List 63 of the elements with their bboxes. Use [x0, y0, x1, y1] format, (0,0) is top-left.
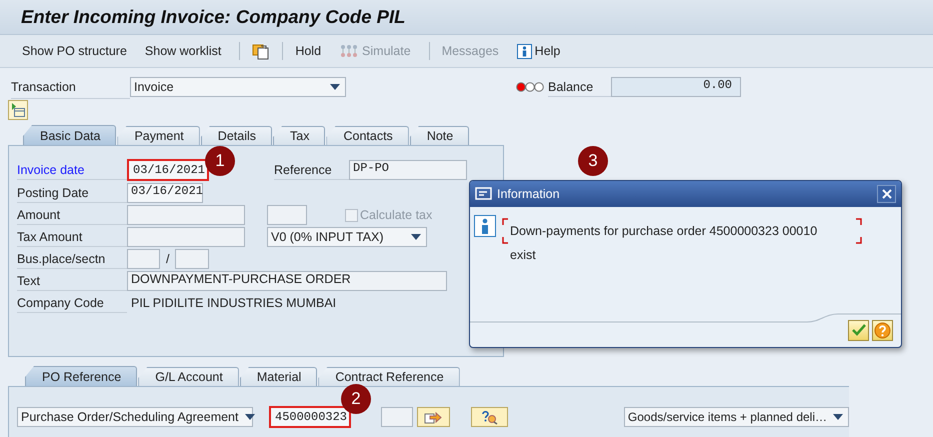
message-text: exist: [510, 247, 537, 264]
dialog-title: Information: [497, 187, 560, 201]
tab[interactable]: Payment: [117, 126, 200, 145]
search-icon[interactable]: [480, 410, 498, 424]
tab[interactable]: Tax: [273, 126, 326, 145]
confirm-button[interactable]: [848, 320, 869, 340]
help-button[interactable]: Help: [516, 44, 570, 58]
checkmark-icon: [852, 324, 866, 336]
balance-field: 0.00: [611, 77, 741, 97]
amount-field[interactable]: [127, 205, 245, 225]
checkbox-label: Calculate tax: [360, 208, 432, 222]
expand-button[interactable]: [8, 100, 28, 120]
caret-icon: [330, 84, 340, 90]
tab[interactable]: Material: [240, 367, 318, 386]
tab[interactable]: Details: [200, 126, 272, 145]
message-text: Down-payments for purchase order 4500000323 00010: [510, 223, 818, 240]
window-title: Enter Incoming Invoice: Company Code PIL: [21, 6, 406, 28]
document-type-dropdown[interactable]: Purchase Order/Scheduling Agreement: [17, 407, 253, 427]
focus-bracket-icon: [502, 218, 509, 244]
transaction-dropdown[interactable]: Invoice: [130, 77, 346, 97]
tab[interactable]: Contract Reference: [318, 367, 460, 386]
date-field[interactable]: 03/16/2021: [127, 159, 209, 181]
tab[interactable]: Note: [410, 126, 470, 145]
simulate-icon: [339, 44, 360, 58]
callout-badge: 3: [578, 146, 608, 176]
transfer-button[interactable]: [416, 407, 450, 427]
tax-amount-field[interactable]: [127, 227, 245, 247]
close-button[interactable]: [877, 185, 896, 203]
separator-text: /: [166, 252, 170, 266]
section-field[interactable]: [175, 249, 210, 269]
info-icon: [474, 215, 496, 237]
tax-code-dropdown[interactable]: V0 (0% INPUT TAX): [267, 227, 427, 247]
caret-icon: [244, 414, 254, 420]
window-icon: [475, 187, 493, 201]
toolbar-button[interactable]: [252, 42, 270, 60]
help-button[interactable]: [872, 320, 893, 340]
business-place-field[interactable]: [127, 249, 160, 269]
company-code-text: PIL PIDILITE INDUSTRIES MUMBAI: [130, 296, 336, 310]
toolbar-button[interactable]: Show worklist: [144, 44, 230, 58]
item-selection-dropdown[interactable]: Goods/service items + planned deli…: [624, 407, 849, 427]
text-field[interactable]: DOWNPAYMENT-PURCHASE ORDER: [127, 271, 447, 291]
tab[interactable]: Contacts: [326, 126, 409, 145]
search-button[interactable]: [471, 407, 508, 427]
clipboard-icon: [252, 42, 270, 60]
currency-field[interactable]: [267, 205, 307, 225]
reference-field[interactable]: DP-PO: [349, 160, 467, 180]
info-icon: [516, 44, 532, 58]
toolbar-button[interactable]: Hold: [295, 44, 330, 58]
close-icon: [882, 189, 892, 199]
caret-icon: [833, 414, 843, 420]
po-number-field[interactable]: 4500000323: [269, 406, 351, 428]
focus-bracket-icon: [855, 218, 862, 244]
date-field[interactable]: 03/16/2021: [127, 183, 203, 203]
tab[interactable]: PO Reference: [25, 366, 138, 386]
arrow-icon: [424, 410, 442, 424]
item-field[interactable]: [381, 407, 413, 427]
toolbar-button[interactable]: Show PO structure: [22, 44, 136, 58]
tab[interactable]: G/L Account: [138, 367, 239, 386]
caret-icon: [411, 234, 421, 240]
help-icon: [874, 322, 891, 338]
expand-icon: [10, 102, 26, 118]
field-label: Company Code: [17, 293, 127, 313]
tab[interactable]: Basic Data: [23, 125, 116, 145]
